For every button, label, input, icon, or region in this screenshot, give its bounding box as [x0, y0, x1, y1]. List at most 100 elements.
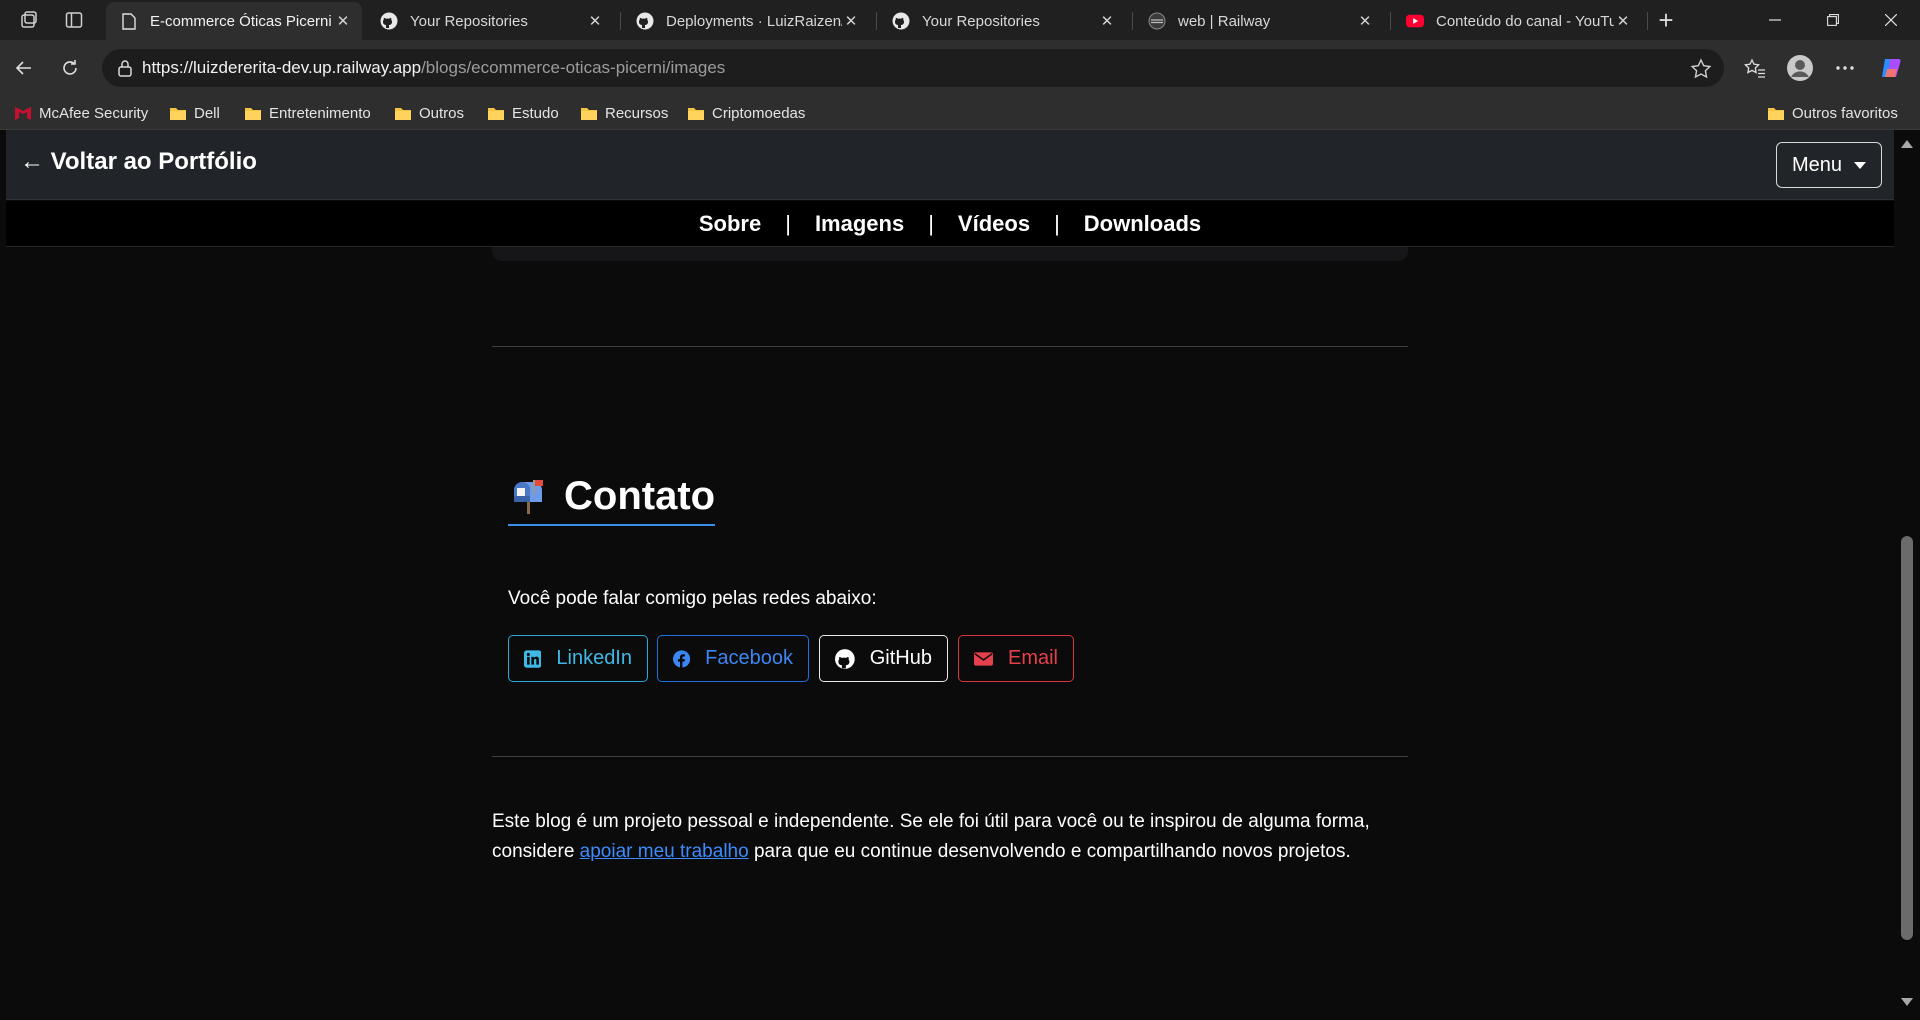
folder-icon — [170, 108, 186, 120]
youtube-icon — [1406, 12, 1424, 30]
github-icon — [636, 12, 654, 30]
bookmarks-bar: McAfee Security Dell Entretenimento Outr… — [0, 96, 1920, 130]
site-navbar: ← Voltar ao Portfólio Menu — [6, 130, 1894, 200]
favorites-list-icon — [1744, 58, 1765, 78]
nav-link-sobre[interactable]: Sobre — [675, 211, 785, 237]
favorites-button[interactable] — [1739, 52, 1771, 84]
reload-icon — [63, 60, 77, 75]
bookmark-outros-favoritos[interactable]: Outros favoritos — [1767, 102, 1898, 124]
linkedin-button[interactable]: LinkedIn — [508, 635, 648, 682]
tab-your-repositories[interactable]: Your Repositories ✕ — [366, 2, 614, 40]
profile-button[interactable] — [1784, 52, 1816, 84]
page-scrollbar[interactable] — [1894, 130, 1920, 1020]
bookmark-estudo[interactable]: Estudo — [487, 102, 559, 124]
tab-your-repositories-2[interactable]: Your Repositories ✕ — [878, 2, 1126, 40]
url-host: https://luizdererita-dev.up.railway.app — [142, 58, 422, 77]
folder-icon — [688, 108, 704, 120]
close-icon[interactable]: ✕ — [1098, 12, 1116, 30]
github-label: GitHub — [869, 647, 932, 669]
contact-intro-text: Você pode falar comigo pelas redes abaix… — [508, 588, 877, 609]
settings-more-button[interactable] — [1829, 52, 1861, 84]
envelope-icon — [974, 651, 993, 666]
close-icon[interactable]: ✕ — [334, 12, 352, 30]
tab-title: Your Repositories — [410, 12, 528, 30]
back-button[interactable] — [8, 52, 40, 84]
github-button[interactable]: GitHub — [819, 635, 948, 682]
nav-link-imagens[interactable]: Imagens — [791, 211, 928, 237]
menu-label: Menu — [1791, 153, 1843, 176]
restore-button[interactable] — [1804, 0, 1862, 40]
minimize-icon — [1769, 19, 1781, 21]
close-icon — [1885, 14, 1897, 26]
page-viewport: ← Voltar ao Portfólio Menu Sobre | Image… — [0, 130, 1920, 1020]
avatar-icon — [1787, 55, 1813, 81]
bookmark-outros[interactable]: Outros — [394, 102, 464, 124]
vertical-tabs-button[interactable] — [59, 6, 89, 34]
bookmark-label: Dell — [194, 104, 220, 122]
address-toolbar: https://luizdererita-dev.up.railway.app/… — [0, 40, 1920, 96]
mailbox-icon — [514, 480, 543, 514]
new-tab-button[interactable]: + — [1650, 4, 1682, 36]
reload-button[interactable] — [54, 52, 86, 84]
back-to-portfolio-link[interactable]: ← Voltar ao Portfólio — [20, 148, 257, 176]
bookmark-label: Criptomoedas — [712, 104, 806, 122]
site-info-icon[interactable] — [108, 49, 142, 87]
workspaces-button[interactable] — [14, 6, 44, 34]
support-note: Este blog é um projeto pessoal e indepen… — [492, 807, 1408, 867]
github-icon — [892, 12, 910, 30]
facebook-button[interactable]: Facebook — [657, 635, 809, 682]
page-icon — [120, 12, 138, 30]
support-link[interactable]: apoiar meu trabalho — [580, 841, 749, 862]
scroll-up-arrow-icon[interactable] — [1901, 140, 1913, 148]
nav-link-downloads[interactable]: Downloads — [1060, 211, 1225, 237]
mcafee-icon — [15, 107, 31, 120]
tab-railway[interactable]: web | Railway ✕ — [1134, 2, 1384, 40]
close-icon[interactable]: ✕ — [1614, 12, 1632, 30]
linkedin-label: LinkedIn — [556, 647, 632, 669]
caret-down-icon — [1854, 161, 1867, 169]
nav-link-videos[interactable]: Vídeos — [934, 211, 1054, 237]
folder-icon — [488, 108, 504, 120]
tab-ecommerce-oticas[interactable]: E-commerce Óticas Picerni ✕ — [106, 2, 362, 40]
close-icon[interactable]: ✕ — [586, 12, 604, 30]
tab-youtube[interactable]: Conteúdo do canal - YouTu ✕ — [1392, 2, 1642, 40]
copilot-icon — [1882, 59, 1901, 77]
close-icon[interactable]: ✕ — [842, 12, 860, 30]
bookmark-dell[interactable]: Dell — [169, 102, 220, 124]
restore-icon — [1827, 14, 1839, 26]
close-icon[interactable]: ✕ — [1356, 12, 1374, 30]
section-divider — [492, 756, 1408, 757]
bookmark-mcafee[interactable]: McAfee Security — [14, 102, 148, 124]
copilot-button[interactable] — [1875, 52, 1907, 84]
support-note-text-end: para que eu continue desenvolvendo e com… — [748, 841, 1351, 862]
sidebar-toggle-icon — [65, 12, 83, 28]
menu-dropdown-button[interactable]: Menu — [1776, 142, 1882, 188]
section-divider — [492, 346, 1408, 347]
content-card-bottom — [492, 247, 1408, 261]
contact-title: Contato — [564, 473, 716, 518]
bookmark-label: McAfee Security — [39, 104, 149, 122]
tab-deployments[interactable]: Deployments · LuizRaizen/p ✕ — [622, 2, 870, 40]
scrollbar-thumb[interactable] — [1901, 536, 1913, 940]
folder-icon — [245, 108, 261, 120]
address-bar[interactable]: https://luizdererita-dev.up.railway.app/… — [102, 49, 1724, 87]
tab-title: Conteúdo do canal - YouTu — [1436, 12, 1614, 30]
bookmark-entretenimento[interactable]: Entretenimento — [244, 102, 371, 124]
arrow-left-icon — [15, 61, 31, 75]
linkedin-icon — [524, 649, 542, 668]
url-path: /blogs/ecommerce-oticas-picerni/images — [421, 58, 726, 77]
email-button[interactable]: Email — [958, 635, 1074, 682]
tab-title: E-commerce Óticas Picerni — [150, 12, 332, 30]
bookmark-criptomoedas[interactable]: Criptomoedas — [687, 102, 805, 124]
tab-strip: E-commerce Óticas Picerni ✕ Your Reposit… — [0, 0, 1920, 40]
bookmark-label: Estudo — [512, 104, 559, 122]
blog-section-nav: Sobre | Imagens | Vídeos | Downloads — [6, 201, 1894, 247]
bookmark-recursos[interactable]: Recursos — [580, 102, 668, 124]
folder-icon — [395, 108, 411, 120]
contact-heading: Contato — [508, 468, 716, 526]
close-window-button[interactable] — [1862, 0, 1920, 40]
minimize-button[interactable] — [1746, 0, 1804, 40]
github-icon — [380, 12, 398, 30]
scroll-down-arrow-icon[interactable] — [1901, 998, 1913, 1006]
favorite-star-icon[interactable] — [1690, 58, 1712, 80]
